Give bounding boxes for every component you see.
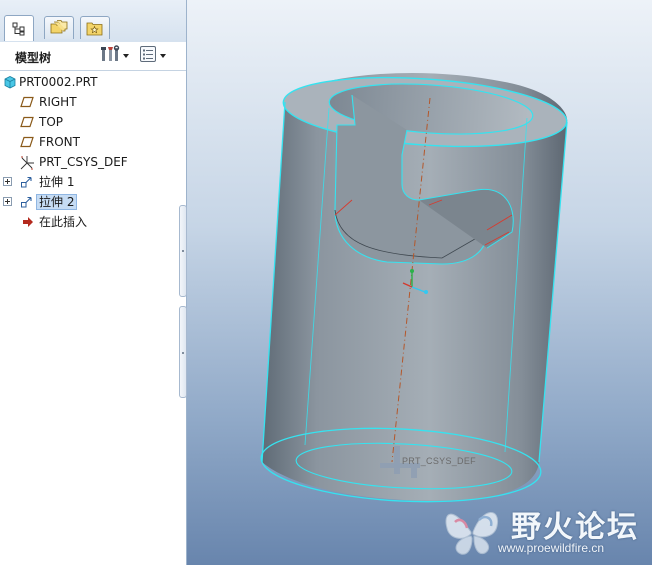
grip-dot	[182, 250, 184, 252]
tree-item-right[interactable]: RIGHT	[0, 92, 186, 112]
chevron-down-icon	[123, 54, 129, 58]
tree-item-extrude-2[interactable]: 拉伸 2	[0, 192, 186, 212]
tree-item-label: TOP	[39, 115, 64, 129]
tree-item-label: FRONT	[39, 135, 80, 149]
navigator-panel: 模型树 PRT0002.PRT RIGHT TOP FRONT PRT_CSYS…	[0, 0, 187, 565]
extrude-icon	[20, 175, 34, 189]
watermark-url: www.proewildfire.cn	[498, 541, 605, 555]
extrude-icon	[20, 195, 34, 209]
expand-icon[interactable]	[3, 197, 12, 206]
expand-icon[interactable]	[3, 177, 12, 186]
watermark-title: 野火论坛	[511, 510, 639, 545]
splitter-handle-top[interactable]	[179, 205, 187, 297]
chevron-down-icon	[160, 54, 166, 58]
tree-show-icon	[139, 45, 157, 67]
tree-item-label: 拉伸 1	[39, 175, 75, 189]
tree-item-label: PRT0002.PRT	[19, 75, 98, 89]
tree-item-extrude-1[interactable]: 拉伸 1	[0, 172, 186, 192]
model-tree-toolbar: 模型树	[0, 42, 186, 71]
datum-plane-icon	[20, 115, 34, 129]
model-tree: PRT0002.PRT RIGHT TOP FRONT PRT_CSYS_DEF…	[0, 72, 186, 232]
favorites-icon	[86, 21, 104, 36]
splitter-handle-bottom[interactable]	[179, 306, 187, 398]
datum-plane-icon	[20, 135, 34, 149]
part-icon	[3, 75, 17, 89]
tree-item-top[interactable]: TOP	[0, 112, 186, 132]
tree-item-label: 拉伸 2	[35, 194, 78, 210]
folder-browser-icon	[50, 20, 68, 36]
forum-watermark: 野火论坛 www.proewildfire.cn	[441, 498, 647, 560]
pro-engineer-window: 模型树 PRT0002.PRT RIGHT TOP FRONT PRT_CSYS…	[0, 0, 652, 565]
tab-model-tree[interactable]	[4, 15, 34, 41]
navigator-tabstrip	[0, 0, 186, 42]
tree-item-label: 在此插入	[39, 215, 88, 229]
tree-item-label: RIGHT	[39, 95, 77, 109]
grip-dot	[182, 352, 184, 354]
tree-item-csys[interactable]: PRT_CSYS_DEF	[0, 152, 186, 172]
model-tree-icon	[12, 22, 26, 36]
tree-item-label: PRT_CSYS_DEF	[39, 155, 128, 169]
tab-folder-browser[interactable]	[44, 16, 74, 39]
tree-settings-icon	[100, 45, 120, 67]
datum-plane-icon	[20, 95, 34, 109]
graphics-window[interactable]: PRT_CSYS_DEF	[187, 0, 652, 565]
part-model-3d[interactable]	[187, 0, 652, 565]
tree-show-button[interactable]	[139, 46, 166, 66]
tree-settings-button[interactable]	[100, 45, 129, 67]
tree-item-root[interactable]: PRT0002.PRT	[0, 72, 186, 92]
panel-title: 模型树	[15, 51, 52, 65]
tree-item-front[interactable]: FRONT	[0, 132, 186, 152]
tab-favorites[interactable]	[80, 16, 110, 39]
coordinate-system-icon	[19, 155, 34, 170]
tree-item-insert-here[interactable]: 在此插入	[0, 212, 186, 232]
butterfly-logo-icon	[441, 498, 505, 562]
insert-here-arrow-icon	[21, 215, 35, 229]
csys-label: PRT_CSYS_DEF	[402, 456, 476, 466]
